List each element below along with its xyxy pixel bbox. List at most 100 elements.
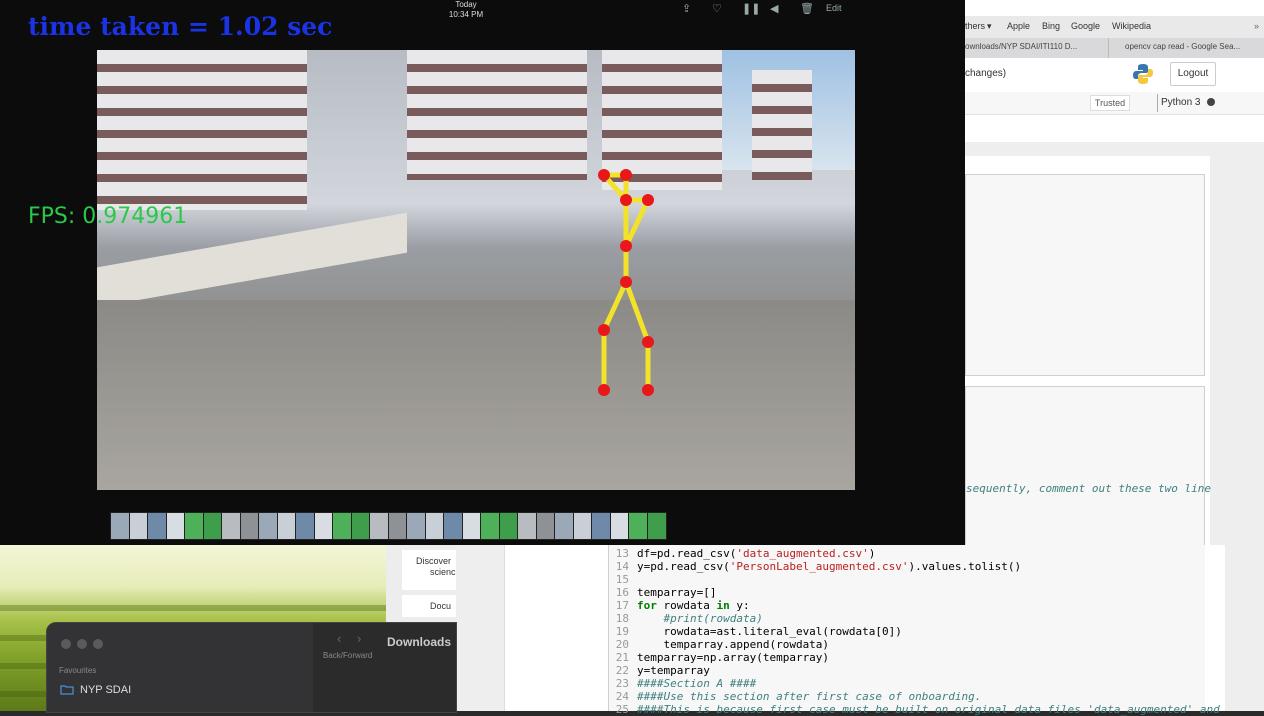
- line-number: 21: [615, 651, 629, 664]
- code-line[interactable]: 21 temparray=np.array(temparray): [609, 651, 829, 664]
- filmstrip-thumbnail[interactable]: [332, 512, 352, 540]
- browser-window: thers ▾ Apple Bing Google Wikipedia » ow…: [965, 0, 1264, 553]
- bookmarks-bar: thers ▾ Apple Bing Google Wikipedia »: [965, 16, 1264, 39]
- bookmark-others[interactable]: thers: [965, 21, 985, 31]
- code-line[interactable]: 25 ####This is because first case must be…: [609, 703, 1220, 716]
- filmstrip-thumbnail[interactable]: [147, 512, 167, 540]
- notebook-toolbar: Trusted Python 3: [965, 92, 1264, 115]
- filmstrip-thumbnail[interactable]: [535, 512, 556, 540]
- tab-bar: ownloads/NYP SDAI/ITI110 D... opencv cap…: [965, 38, 1264, 58]
- edit-button[interactable]: Edit: [826, 3, 842, 13]
- filmstrip-thumbnail[interactable]: [258, 512, 278, 540]
- trusted-badge[interactable]: Trusted: [1090, 95, 1130, 111]
- back-forward-label: Back/Forward: [323, 651, 373, 660]
- filmstrip-thumbnail[interactable]: [591, 512, 611, 540]
- video-player-window: Today 10:34 PM ⇪ ♡ ❚❚ ◀ 🗑 Edit time take…: [0, 0, 965, 545]
- filmstrip-thumbnail[interactable]: [480, 512, 500, 540]
- mute-icon[interactable]: ◀: [770, 2, 778, 15]
- notebook-body: sequently, comment out these two line: [965, 142, 1264, 553]
- code-line[interactable]: 14 y=pd.read_csv('PersonLabel_augmented.c…: [609, 560, 1021, 573]
- filmstrip-thumbnail[interactable]: [128, 512, 149, 540]
- line-number: 24: [615, 690, 629, 703]
- filmstrip-thumbnail[interactable]: [276, 512, 297, 540]
- line-number: 25: [615, 703, 629, 716]
- kernel-status-icon: [1207, 98, 1215, 106]
- filmstrip-thumbnail[interactable]: [184, 512, 204, 540]
- forward-chevron-icon[interactable]: ›: [357, 631, 361, 646]
- code-line[interactable]: 19 rowdata=ast.literal_eval(rowdata[0]): [609, 625, 902, 638]
- code-line[interactable]: 20 temparray.append(rowdata): [609, 638, 829, 651]
- notebook-cell[interactable]: sequently, comment out these two line: [965, 386, 1211, 553]
- documentation-button[interactable]: Docu: [402, 595, 456, 617]
- filmstrip-thumbnail[interactable]: [609, 512, 630, 540]
- line-number: 17: [615, 599, 629, 612]
- bookmark-wikipedia[interactable]: Wikipedia: [1112, 21, 1151, 31]
- code-line[interactable]: 17 for rowdata in y:: [609, 599, 750, 612]
- filmstrip-thumbnail[interactable]: [110, 512, 130, 540]
- code-line[interactable]: 18 #print(rowdata): [609, 612, 763, 625]
- bookmark-google[interactable]: Google: [1071, 21, 1100, 31]
- fps-overlay: FPS: 0.974961: [28, 204, 188, 229]
- filmstrip-thumbnail[interactable]: [165, 512, 186, 540]
- sidebar-item-nyp-sdai[interactable]: NYP SDAI: [80, 684, 131, 696]
- finder-window: ‹ › Back/Forward Downloads Favourites NY…: [46, 622, 457, 713]
- code-comment-line: sequently, comment out these two line: [966, 482, 1212, 495]
- filmstrip-thumbnail[interactable]: [646, 512, 667, 540]
- code-cell-editor[interactable]: 13 df=pd.read_csv('data_augmented.csv') 14…: [608, 545, 1220, 716]
- line-number: 20: [615, 638, 629, 651]
- code-line[interactable]: 24 ####Use this section after first case …: [609, 690, 982, 703]
- pause-icon[interactable]: ❚❚: [742, 2, 760, 15]
- filmstrip-thumbnail[interactable]: [406, 512, 426, 540]
- icon-chevron-down[interactable]: ▾: [987, 21, 992, 32]
- filmstrip-thumbnail[interactable]: [554, 512, 574, 540]
- tab-opencv-search[interactable]: opencv cap read - Google Sea...: [1125, 42, 1240, 51]
- filmstrip-thumbnail[interactable]: [572, 512, 593, 540]
- tab-downloads[interactable]: ownloads/NYP SDAI/ITI110 D...: [965, 42, 1077, 51]
- close-window-button[interactable]: [61, 639, 71, 649]
- bookmark-bing[interactable]: Bing: [1042, 21, 1060, 31]
- filmstrip-thumbnail[interactable]: [369, 512, 389, 540]
- code-line[interactable]: 16 temparray=[]: [609, 586, 717, 599]
- finder-title: Downloads: [387, 635, 452, 649]
- overflow-chevron-icon[interactable]: »: [1254, 21, 1259, 31]
- filmstrip-thumbnail[interactable]: [239, 512, 260, 540]
- filmstrip-thumbnail[interactable]: [424, 512, 445, 540]
- line-number: 15: [615, 573, 629, 586]
- kernel-name[interactable]: Python 3: [1161, 97, 1200, 108]
- filmstrip-thumbnail[interactable]: [221, 512, 241, 540]
- share-icon[interactable]: ⇪: [682, 2, 691, 15]
- heart-icon[interactable]: ♡: [712, 2, 722, 15]
- filmstrip-thumbnail[interactable]: [628, 512, 648, 540]
- trash-icon[interactable]: 🗑: [800, 2, 814, 15]
- minimize-window-button[interactable]: [77, 639, 87, 649]
- folder-icon: [60, 685, 74, 695]
- code-line[interactable]: 13 df=pd.read_csv('data_augmented.csv'): [609, 547, 876, 560]
- line-number: 16: [615, 586, 629, 599]
- filmstrip-thumbnail[interactable]: [295, 512, 315, 540]
- player-date: Today 10:34 PM: [436, 0, 496, 22]
- video-filmstrip[interactable]: [110, 512, 670, 540]
- code-line[interactable]: 22 y=temparray: [609, 664, 710, 677]
- code-line[interactable]: 15: [609, 573, 637, 586]
- filmstrip-thumbnail[interactable]: [517, 512, 537, 540]
- zoom-window-button[interactable]: [93, 639, 103, 649]
- filmstrip-thumbnail[interactable]: [443, 512, 463, 540]
- filmstrip-thumbnail[interactable]: [461, 512, 482, 540]
- line-number: 14: [615, 560, 629, 573]
- logout-button[interactable]: Logout: [1170, 62, 1216, 86]
- python-logo-icon: [1133, 64, 1153, 84]
- code-line[interactable]: 23 ####Section A ####: [609, 677, 756, 690]
- bookmark-apple[interactable]: Apple: [1007, 21, 1030, 31]
- filmstrip-thumbnail[interactable]: [313, 512, 334, 540]
- filmstrip-thumbnail[interactable]: [350, 512, 371, 540]
- filmstrip-thumbnail[interactable]: [498, 512, 519, 540]
- line-number: 22: [615, 664, 629, 677]
- notebook-save-status: changes): [965, 68, 1007, 79]
- notebook-header: changes) Logout: [965, 58, 1264, 93]
- filmstrip-thumbnail[interactable]: [387, 512, 408, 540]
- line-number: 18: [615, 612, 629, 625]
- date-label: Today: [455, 0, 477, 9]
- notebook-cell[interactable]: [965, 174, 1205, 376]
- back-chevron-icon[interactable]: ‹: [337, 631, 341, 646]
- filmstrip-thumbnail[interactable]: [202, 512, 223, 540]
